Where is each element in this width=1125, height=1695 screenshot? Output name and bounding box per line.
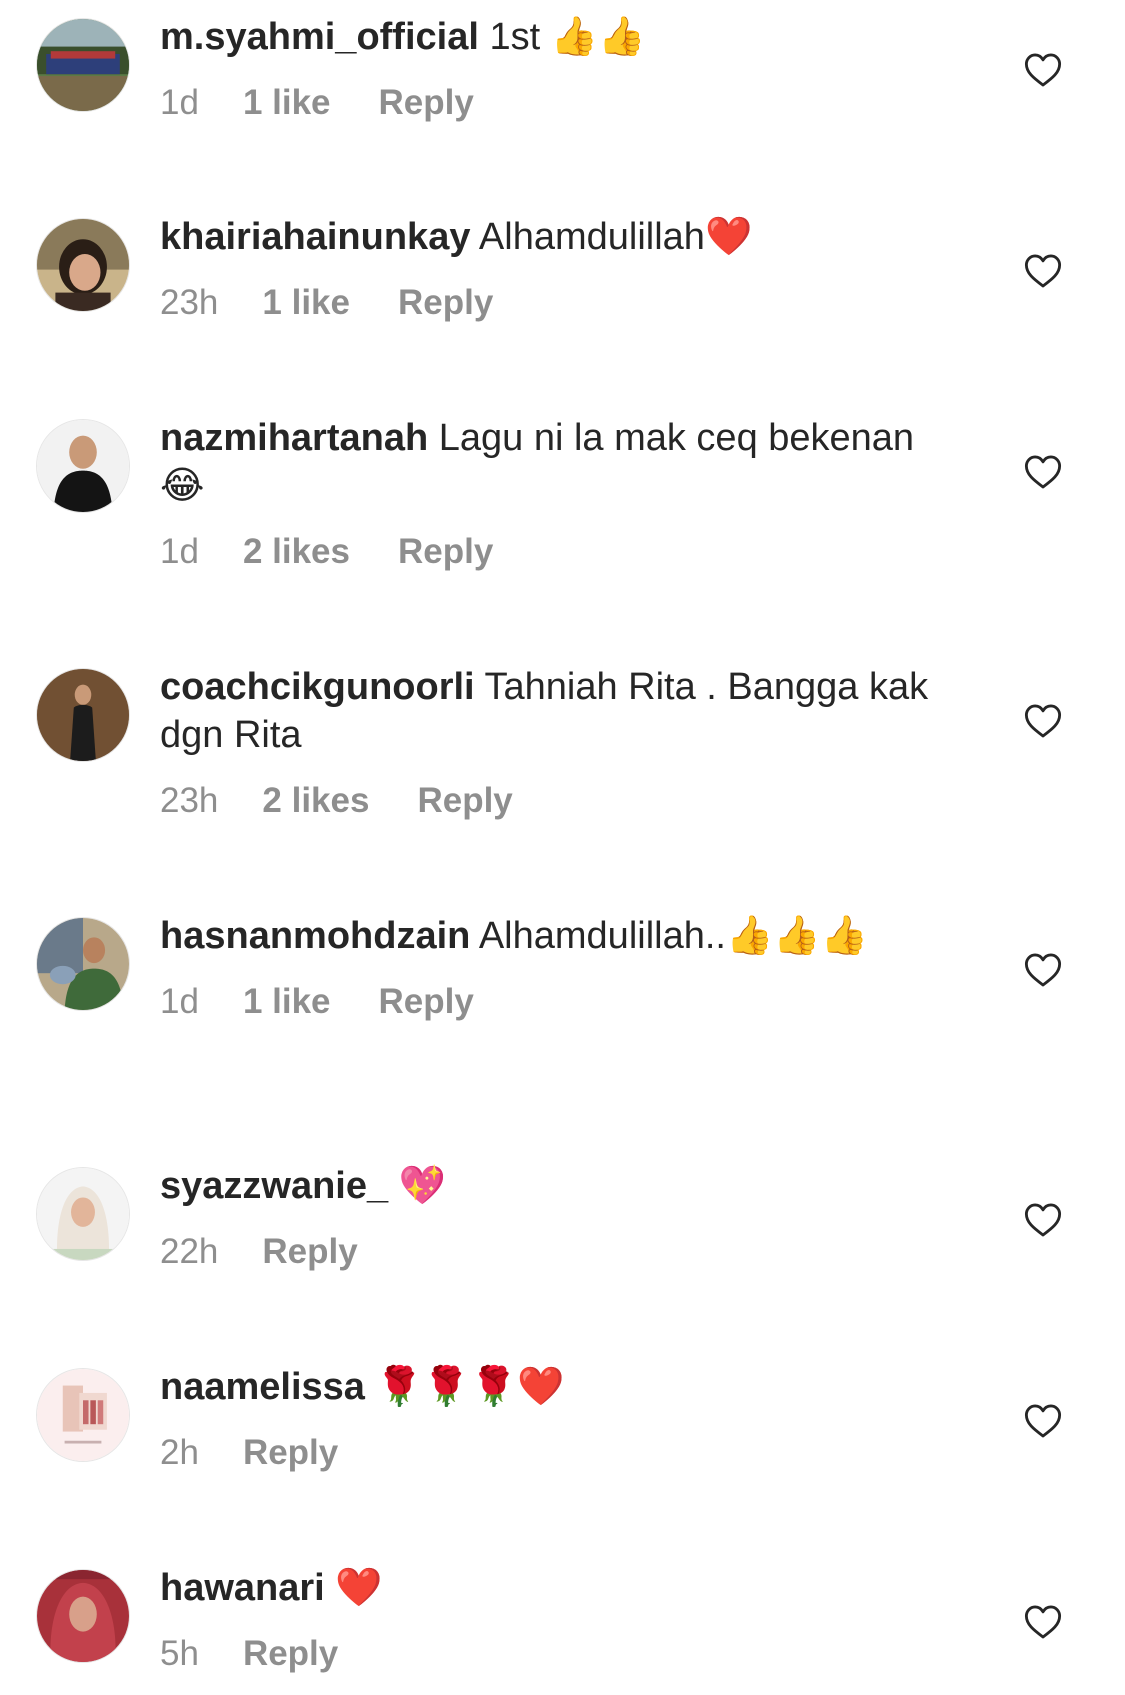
comment-text: Alhamdulillah..👍👍👍	[470, 915, 868, 957]
comment-meta: 2h Reply	[160, 1433, 940, 1473]
heart-outline-icon	[1024, 1404, 1062, 1438]
comment-body: syazzwanie_ 💖 22h Reply	[160, 1162, 940, 1272]
timestamp: 22h	[160, 1232, 219, 1271]
username-link[interactable]: coachcikgunoorli	[160, 666, 475, 708]
like-comment-button[interactable]	[1024, 1202, 1062, 1238]
comment-text-line: coachcikgunoorli Tahniah Rita . Bangga k…	[160, 663, 940, 759]
comment-body: coachcikgunoorli Tahniah Rita . Bangga k…	[160, 663, 940, 821]
likes-count-link[interactable]: 1 like	[243, 982, 331, 1022]
timestamp: 1d	[160, 532, 199, 571]
reply-button[interactable]: Reply	[417, 781, 512, 821]
avatar[interactable]	[36, 419, 130, 513]
username-link[interactable]: naamelissa	[160, 1366, 365, 1408]
username-link[interactable]: syazzwanie_	[160, 1165, 388, 1207]
comment-text-line: syazzwanie_ 💖	[160, 1162, 940, 1210]
heart-outline-icon	[1024, 1605, 1062, 1639]
comment-text: Alhamdulillah❤️	[470, 216, 753, 258]
username-link[interactable]: khairiahainunkay	[160, 216, 470, 258]
timestamp: 1d	[160, 982, 199, 1021]
username-link[interactable]: nazmihartanah	[160, 417, 428, 459]
reply-button[interactable]: Reply	[379, 83, 474, 123]
comment-text-line: hawanari ❤️	[160, 1564, 940, 1612]
avatar[interactable]	[36, 917, 130, 1011]
reply-button[interactable]: Reply	[262, 1232, 357, 1272]
comment-body: nazmihartanah Lagu ni la mak ceq bekenan…	[160, 414, 940, 572]
comment-list: m.syahmi_official 1st 👍👍 1d 1 like Reply k…	[0, 0, 1125, 1695]
username-link[interactable]: hasnanmohdzain	[160, 915, 470, 957]
timestamp: 23h	[160, 283, 219, 322]
avatar[interactable]	[36, 668, 130, 762]
heart-outline-icon	[1024, 455, 1062, 489]
comment-meta: 1d 1 like Reply	[160, 982, 940, 1022]
heart-outline-icon	[1024, 704, 1062, 738]
comment-text-line: nazmihartanah Lagu ni la mak ceq bekenan…	[160, 414, 940, 510]
timestamp: 23h	[160, 781, 219, 820]
comment-body: naamelissa 🌹🌹🌹❤️ 2h Reply	[160, 1363, 940, 1473]
comment-body: hasnanmohdzain Alhamdulillah..👍👍👍 1d 1 li…	[160, 912, 940, 1022]
like-comment-button[interactable]	[1024, 1604, 1062, 1640]
reply-button[interactable]: Reply	[398, 283, 493, 323]
comment-text-line: naamelissa 🌹🌹🌹❤️	[160, 1363, 940, 1411]
comment-body: khairiahainunkay Alhamdulillah❤️ 23h 1 li…	[160, 213, 940, 323]
comment-meta: 23h 2 likes Reply	[160, 781, 940, 821]
avatar[interactable]	[36, 1569, 130, 1663]
reply-button[interactable]: Reply	[398, 532, 493, 572]
comment-text: 🌹🌹🌹❤️	[364, 1366, 565, 1408]
heart-outline-icon	[1024, 1203, 1062, 1237]
likes-count-link[interactable]: 1 like	[262, 283, 350, 323]
comment-text-line: hasnanmohdzain Alhamdulillah..👍👍👍	[160, 912, 940, 960]
comment-meta: 1d 2 likes Reply	[160, 532, 940, 572]
comment-text-line: m.syahmi_official 1st 👍👍	[160, 13, 940, 61]
comment-meta: 23h 1 like Reply	[160, 283, 940, 323]
comment-meta: 5h Reply	[160, 1634, 940, 1674]
comment-text-line: khairiahainunkay Alhamdulillah❤️	[160, 213, 940, 261]
avatar[interactable]	[36, 218, 130, 312]
likes-count-link[interactable]: 1 like	[243, 83, 331, 123]
likes-count-link[interactable]: 2 likes	[243, 532, 350, 572]
like-comment-button[interactable]	[1024, 52, 1062, 88]
comment-meta: 1d 1 like Reply	[160, 83, 940, 123]
reply-button[interactable]: Reply	[379, 982, 474, 1022]
avatar[interactable]	[36, 18, 130, 112]
username-link[interactable]: m.syahmi_official	[160, 16, 479, 58]
like-comment-button[interactable]	[1024, 703, 1062, 739]
avatar[interactable]	[36, 1368, 130, 1462]
like-comment-button[interactable]	[1024, 952, 1062, 988]
username-link[interactable]: hawanari	[160, 1567, 325, 1609]
heart-outline-icon	[1024, 53, 1062, 87]
heart-outline-icon	[1024, 254, 1062, 288]
comment-meta: 22h Reply	[160, 1232, 940, 1272]
timestamp: 5h	[160, 1634, 199, 1673]
reply-button[interactable]: Reply	[243, 1433, 338, 1473]
timestamp: 1d	[160, 83, 199, 122]
heart-outline-icon	[1024, 953, 1062, 987]
comment-text: ❤️	[324, 1567, 383, 1609]
avatar[interactable]	[36, 1167, 130, 1261]
like-comment-button[interactable]	[1024, 454, 1062, 490]
comment-body: hawanari ❤️ 5h Reply	[160, 1564, 940, 1674]
like-comment-button[interactable]	[1024, 253, 1062, 289]
comment-body: m.syahmi_official 1st 👍👍 1d 1 like Reply	[160, 13, 940, 123]
comment-text: 1st 👍👍	[478, 16, 646, 58]
comment-text: 💖	[388, 1165, 447, 1207]
reply-button[interactable]: Reply	[243, 1634, 338, 1674]
like-comment-button[interactable]	[1024, 1403, 1062, 1439]
likes-count-link[interactable]: 2 likes	[262, 781, 369, 821]
timestamp: 2h	[160, 1433, 199, 1472]
